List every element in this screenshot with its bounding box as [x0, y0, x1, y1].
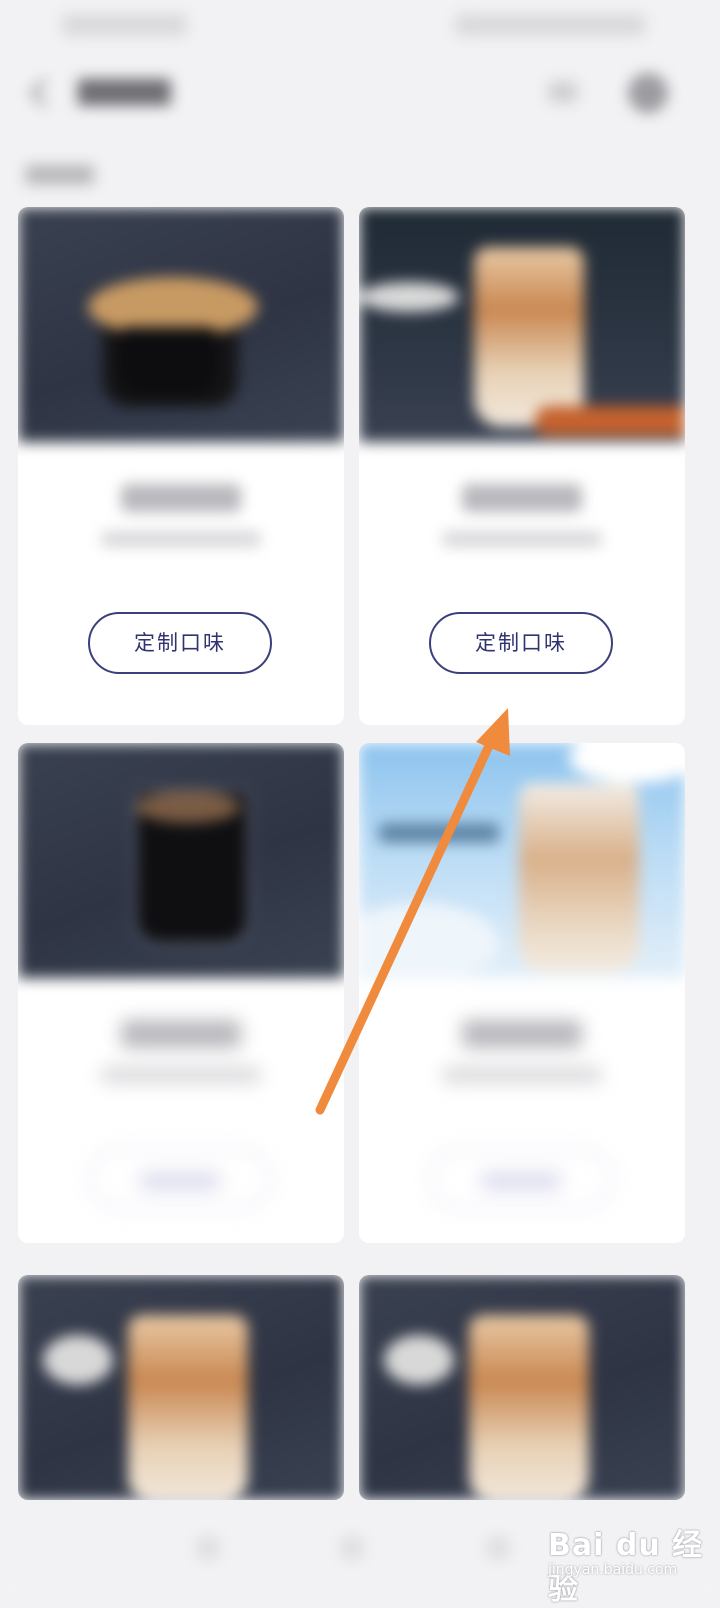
- product-image: [359, 743, 685, 978]
- back-arrow-icon[interactable]: [26, 77, 56, 107]
- product-image: [18, 207, 344, 442]
- customize-flavor-button[interactable]: 定制口味: [429, 612, 613, 674]
- product-card[interactable]: 定制口味: [18, 207, 344, 725]
- status-time: [62, 14, 187, 36]
- product-name: [462, 484, 582, 512]
- customize-flavor-button[interactable]: [429, 1148, 613, 1210]
- baidu-watermark: Bai du 经验 jingyan.baidu.com: [548, 1520, 718, 1607]
- product-card[interactable]: 定制口味: [359, 207, 685, 725]
- product-card[interactable]: [18, 1275, 344, 1500]
- product-image: [359, 207, 685, 442]
- product-description: [442, 531, 602, 547]
- status-bar: [0, 0, 720, 50]
- product-description: [101, 1067, 261, 1083]
- customize-flavor-button[interactable]: 定制口味: [88, 612, 272, 674]
- status-icons: [455, 14, 645, 36]
- product-image: [18, 743, 344, 978]
- product-description: [442, 1067, 602, 1083]
- page-title: ▆▆▆▆: [78, 71, 171, 106]
- product-card[interactable]: [18, 743, 344, 1243]
- watermark-url: jingyan.baidu.com: [548, 1562, 678, 1578]
- product-image: [18, 1275, 344, 1500]
- product-name: [462, 1020, 582, 1048]
- product-card[interactable]: [359, 1275, 685, 1500]
- product-card[interactable]: [359, 743, 685, 1243]
- section-label: ▆▆▆▆: [26, 160, 94, 185]
- app-header: ▆▆▆▆: [0, 55, 720, 135]
- product-image: [359, 1275, 685, 1500]
- nav-back-icon[interactable]: [196, 1536, 220, 1560]
- product-name: [121, 1020, 241, 1048]
- nav-home-icon[interactable]: [340, 1536, 364, 1560]
- product-name: [121, 484, 241, 512]
- product-description: [101, 531, 261, 547]
- customize-flavor-button[interactable]: [88, 1148, 272, 1210]
- nav-recent-icon[interactable]: [486, 1536, 510, 1560]
- target-icon[interactable]: [628, 73, 668, 113]
- more-icon[interactable]: [548, 81, 578, 103]
